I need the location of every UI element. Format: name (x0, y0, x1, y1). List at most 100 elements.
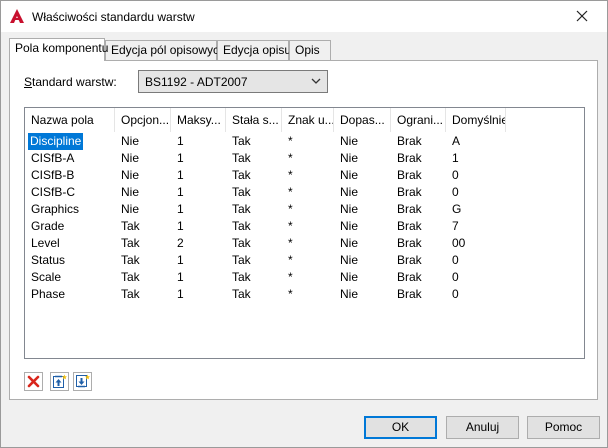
table-cell-match: Nie (340, 168, 359, 182)
table-cell-default: 0 (452, 168, 459, 182)
table-cell-name: Graphics (31, 202, 80, 216)
cancel-button[interactable]: Anuluj (446, 416, 519, 439)
table-cell-match: Nie (340, 202, 359, 216)
table-cell-optional: Tak (121, 236, 140, 250)
table-cell-constant: Tak (232, 287, 251, 301)
table-row[interactable]: CISfB-C Nie 1 Tak * Nie Brak 0 (25, 184, 584, 201)
table-cell-limit: Brak (397, 287, 422, 301)
table-cell-match: Nie (340, 134, 359, 148)
table-cell-char: * (288, 185, 293, 199)
table-cell-optional: Nie (121, 185, 140, 199)
table-cell-name: CISfB-C (31, 185, 76, 199)
move-down-button[interactable] (73, 372, 92, 391)
table-cell-constant: Tak (232, 134, 251, 148)
close-icon (576, 10, 588, 22)
column-header-char[interactable]: Znak u... (282, 108, 334, 132)
table-cell-default: 0 (452, 253, 459, 267)
table-cell-constant: Tak (232, 270, 251, 284)
table-cell-limit: Brak (397, 270, 422, 284)
column-header-max[interactable]: Maksy... (171, 108, 226, 132)
table-cell-default: 7 (452, 219, 459, 233)
table-cell-constant: Tak (232, 219, 251, 233)
table-cell-max: 1 (177, 287, 184, 301)
table-cell-char: * (288, 270, 293, 284)
table-cell-limit: Brak (397, 202, 422, 216)
autocad-app-icon (10, 9, 24, 23)
standard-label-text: tandard warstw: (32, 75, 117, 89)
table-cell-max: 1 (177, 134, 184, 148)
table-cell-name: Discipline (28, 133, 84, 150)
table-cell-default: 00 (452, 236, 466, 250)
close-button[interactable] (571, 5, 593, 27)
table-row[interactable]: Level Tak 2 Tak * Nie Brak 00 (25, 235, 584, 252)
table-cell-optional: Tak (121, 253, 140, 267)
table-cell-default: G (452, 202, 462, 216)
column-header-constant[interactable]: Stała s... (226, 108, 282, 132)
table-cell-match: Nie (340, 151, 359, 165)
standard-label: Standard warstw: (24, 75, 117, 89)
dialog-window: Właściwości standardu warstw Pola kompon… (0, 0, 608, 448)
table-row[interactable]: CISfB-A Nie 1 Tak * Nie Brak 1 (25, 150, 584, 167)
table-cell-name: CISfB-B (31, 168, 75, 182)
layer-standard-dropdown[interactable]: BS1192 - ADT2007 (138, 70, 328, 93)
tab-description[interactable]: Opis (289, 40, 331, 61)
table-cell-name: CISfB-A (31, 151, 75, 165)
table-cell-match: Nie (340, 236, 359, 250)
table-row[interactable]: CISfB-B Nie 1 Tak * Nie Brak 0 (25, 167, 584, 184)
tab-field-components[interactable]: Pola komponentu (9, 38, 109, 61)
standard-label-mnemonic: S (24, 75, 33, 89)
table-cell-match: Nie (340, 185, 359, 199)
help-button[interactable]: Pomoc (527, 416, 600, 439)
table-cell-limit: Brak (397, 151, 422, 165)
tab-label: Pola komponentu (15, 41, 109, 55)
table-cell-constant: Tak (232, 253, 251, 267)
column-header-optional[interactable]: Opcjon... (115, 108, 171, 132)
table-cell-optional: Tak (121, 270, 140, 284)
table-cell-char: * (288, 236, 293, 250)
table-row[interactable]: Status Tak 1 Tak * Nie Brak 0 (25, 252, 584, 269)
column-header-limit[interactable]: Ograni... (391, 108, 446, 132)
move-up-icon (53, 374, 67, 388)
delete-icon (27, 375, 40, 388)
move-up-button[interactable] (50, 372, 69, 391)
table-cell-name: Level (31, 236, 60, 250)
tab-edit-descriptive-fields[interactable]: Edycja pól opisowych (105, 40, 226, 61)
table-cell-optional: Tak (121, 219, 140, 233)
table-cell-name: Grade (31, 219, 65, 233)
tab-label: Opis (295, 43, 320, 57)
table-cell-constant: Tak (232, 185, 251, 199)
table-cell-max: 1 (177, 168, 184, 182)
table-cell-constant: Tak (232, 168, 251, 182)
table-cell-max: 1 (177, 151, 184, 165)
table-cell-limit: Brak (397, 185, 422, 199)
title-bar: Właściwości standardu warstw (1, 1, 607, 32)
table-row[interactable]: Scale Tak 1 Tak * Nie Brak 0 (25, 269, 584, 286)
table-row[interactable]: Graphics Nie 1 Tak * Nie Brak G (25, 201, 584, 218)
table-cell-char: * (288, 219, 293, 233)
delete-button[interactable] (24, 372, 43, 391)
table-cell-max: 1 (177, 253, 184, 267)
tab-label: Edycja pól opisowych (111, 43, 226, 57)
chevron-down-icon (311, 78, 321, 84)
field-components-list[interactable]: Nazwa pola Opcjon... Maksy... Stała s... Zna… (24, 107, 585, 359)
table-row[interactable]: Grade Tak 1 Tak * Nie Brak 7 (25, 218, 584, 235)
ok-button[interactable]: OK (364, 416, 437, 439)
tab-edit-description[interactable]: Edycja opisu (217, 40, 291, 61)
tab-panel: Standard warstw: BS1192 - ADT2007 Nazwa … (9, 60, 598, 400)
table-cell-constant: Tak (232, 236, 251, 250)
table-cell-limit: Brak (397, 236, 422, 250)
table-cell-max: 1 (177, 202, 184, 216)
table-cell-char: * (288, 287, 293, 301)
table-cell-max: 1 (177, 270, 184, 284)
column-header-default[interactable]: Domyślnie (446, 108, 506, 132)
column-header-match[interactable]: Dopas... (334, 108, 391, 132)
table-cell-match: Nie (340, 270, 359, 284)
table-cell-constant: Tak (232, 202, 251, 216)
table-cell-name: Status (31, 253, 66, 267)
layer-standard-value: BS1192 - ADT2007 (145, 75, 248, 89)
table-row[interactable]: Phase Tak 1 Tak * Nie Brak 0 (25, 286, 584, 303)
table-row[interactable]: Discipline Nie 1 Tak * Nie Brak A (25, 133, 584, 150)
table-cell-max: 1 (177, 219, 184, 233)
table-cell-char: * (288, 202, 293, 216)
column-header-name[interactable]: Nazwa pola (25, 108, 115, 132)
